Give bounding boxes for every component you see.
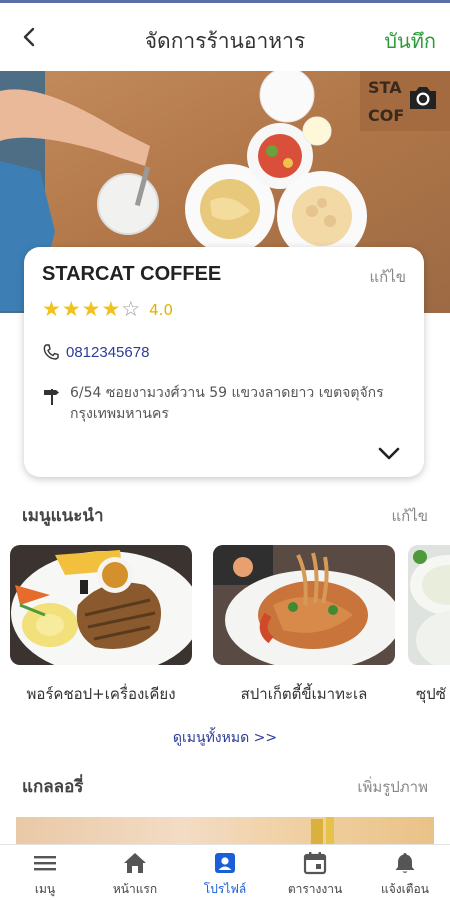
star-filled-icon: ★ [42,297,61,321]
chevron-down-icon [378,447,400,460]
star-filled-icon: ★ [101,297,121,321]
bottom-nav: เมนู หน้าแรก โปรไฟล์ ตารางงาน แจ้งเตือน [0,844,450,900]
rating-value: 4.0 [149,300,173,319]
expand-card-button[interactable] [376,443,402,463]
menu-carousel[interactable]: พอร์คชอป+เครื่องเคียง สปาเก็ตตี้ขี้เมาทะ… [10,545,450,710]
gallery-section-header: แกลลอรี่ เพิ่มรูปภาพ [22,773,428,800]
view-all-menu-link[interactable]: ดูเมนูทั้งหมด >> [0,727,450,749]
nav-item-schedule[interactable]: ตารางงาน [270,845,360,900]
app-header: จัดการร้านอาหาร บันทึก [0,3,450,71]
menu-item-name: ซุปซั [416,685,446,703]
pork-chop-photo [10,545,192,665]
nav-item-notifications[interactable]: แจ้งเตือน [360,845,450,900]
add-photo-button[interactable]: เพิ่มรูปภาพ [357,775,428,799]
gallery-photo[interactable] [16,817,434,845]
soup-photo [408,545,450,665]
phone-icon [43,344,59,360]
nav-label: โปรไฟล์ [203,882,247,896]
shop-address: 6/54 ซอยงามวงศ์วาน 59 แขวงลาดยาว เขตจตุจ… [70,385,384,422]
gallery-photo-illustration [311,817,334,845]
nav-label: เมนู [34,882,56,896]
save-button[interactable]: บันทึก [384,25,436,57]
address-row: 6/54 ซอยงามวงศ์วาน 59 แขวงลาดยาว เขตจตุจ… [42,383,412,425]
edit-menu-button[interactable]: แก้ไข [391,504,428,528]
nav-label: แจ้งเตือน [381,882,429,896]
edit-shop-button[interactable]: แก้ไข [369,265,406,289]
star-filled-icon: ★ [81,297,101,321]
shop-info-card: STARCAT COFFEE แก้ไข ★ ★ ★ ★ ☆ 4.0 08123… [24,247,424,477]
menu-section-title: เมนูแนะนำ [22,506,104,526]
cover-sign-line2: COF [368,106,404,125]
menu-card[interactable]: สปาเก็ตตี้ขี้เมาทะเล [213,545,395,706]
shop-name: STARCAT COFFEE [42,263,222,285]
menu-card[interactable]: พอร์คชอป+เครื่องเคียง [10,545,192,706]
star-filled-icon: ★ [61,297,81,321]
camera-icon [410,87,436,109]
signpost-icon [44,389,59,405]
nav-label: หน้าแรก [112,882,158,896]
menu-section-header: เมนูแนะนำ แก้ไข [22,502,428,529]
menu-photo [10,545,192,665]
gallery-section-title: แกลลอรี่ [22,777,84,797]
menu-photo [408,545,450,665]
hamburger-menu-icon [34,856,56,871]
star-outline-icon: ☆ [121,297,141,321]
change-cover-button[interactable] [406,83,440,113]
phone-row[interactable]: 0812345678 [42,343,149,361]
spaghetti-photo [213,545,395,665]
rating-stars: ★ ★ ★ ★ ☆ 4.0 [42,299,173,320]
nav-item-menu[interactable]: เมนู [0,845,90,900]
nav-item-profile[interactable]: โปรไฟล์ [180,845,270,900]
home-icon [124,853,146,873]
profile-card-icon [215,853,235,873]
calendar-icon [303,852,327,875]
phone-number[interactable]: 0812345678 [66,344,149,361]
bell-icon [395,853,415,873]
nav-label: ตารางงาน [287,882,343,896]
menu-card[interactable]: ซุปซั [408,545,450,706]
page-title: จัดการร้านอาหาร [144,29,306,53]
menu-photo [213,545,395,665]
cover-sign-line1: STA [368,78,402,97]
nav-item-home[interactable]: หน้าแรก [90,845,180,900]
menu-item-name: พอร์คชอป+เครื่องเคียง [26,685,176,703]
menu-item-name: สปาเก็ตตี้ขี้เมาทะเล [240,685,368,703]
